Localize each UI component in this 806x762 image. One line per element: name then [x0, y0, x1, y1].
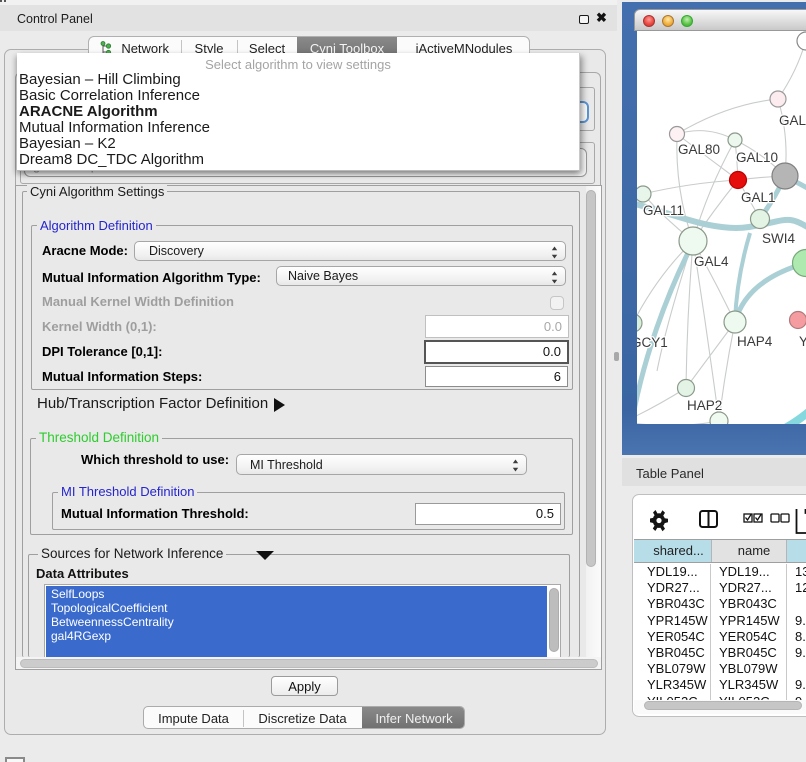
svg-text:GAL10: GAL10 — [736, 150, 778, 165]
svg-text:HAP4: HAP4 — [737, 334, 773, 349]
svg-text:GAL11: GAL11 — [643, 203, 684, 218]
svg-text:Y: Y — [799, 334, 806, 349]
svg-text:GAL4: GAL4 — [694, 254, 729, 269]
svg-text:GAL1: GAL1 — [741, 190, 776, 205]
svg-text:HAP2: HAP2 — [687, 398, 722, 413]
svg-text:GAL: GAL — [779, 113, 806, 128]
svg-text:GAL80: GAL80 — [678, 142, 720, 157]
svg-text:SWI4: SWI4 — [762, 231, 795, 246]
svg-text:GCY1: GCY1 — [637, 335, 668, 350]
